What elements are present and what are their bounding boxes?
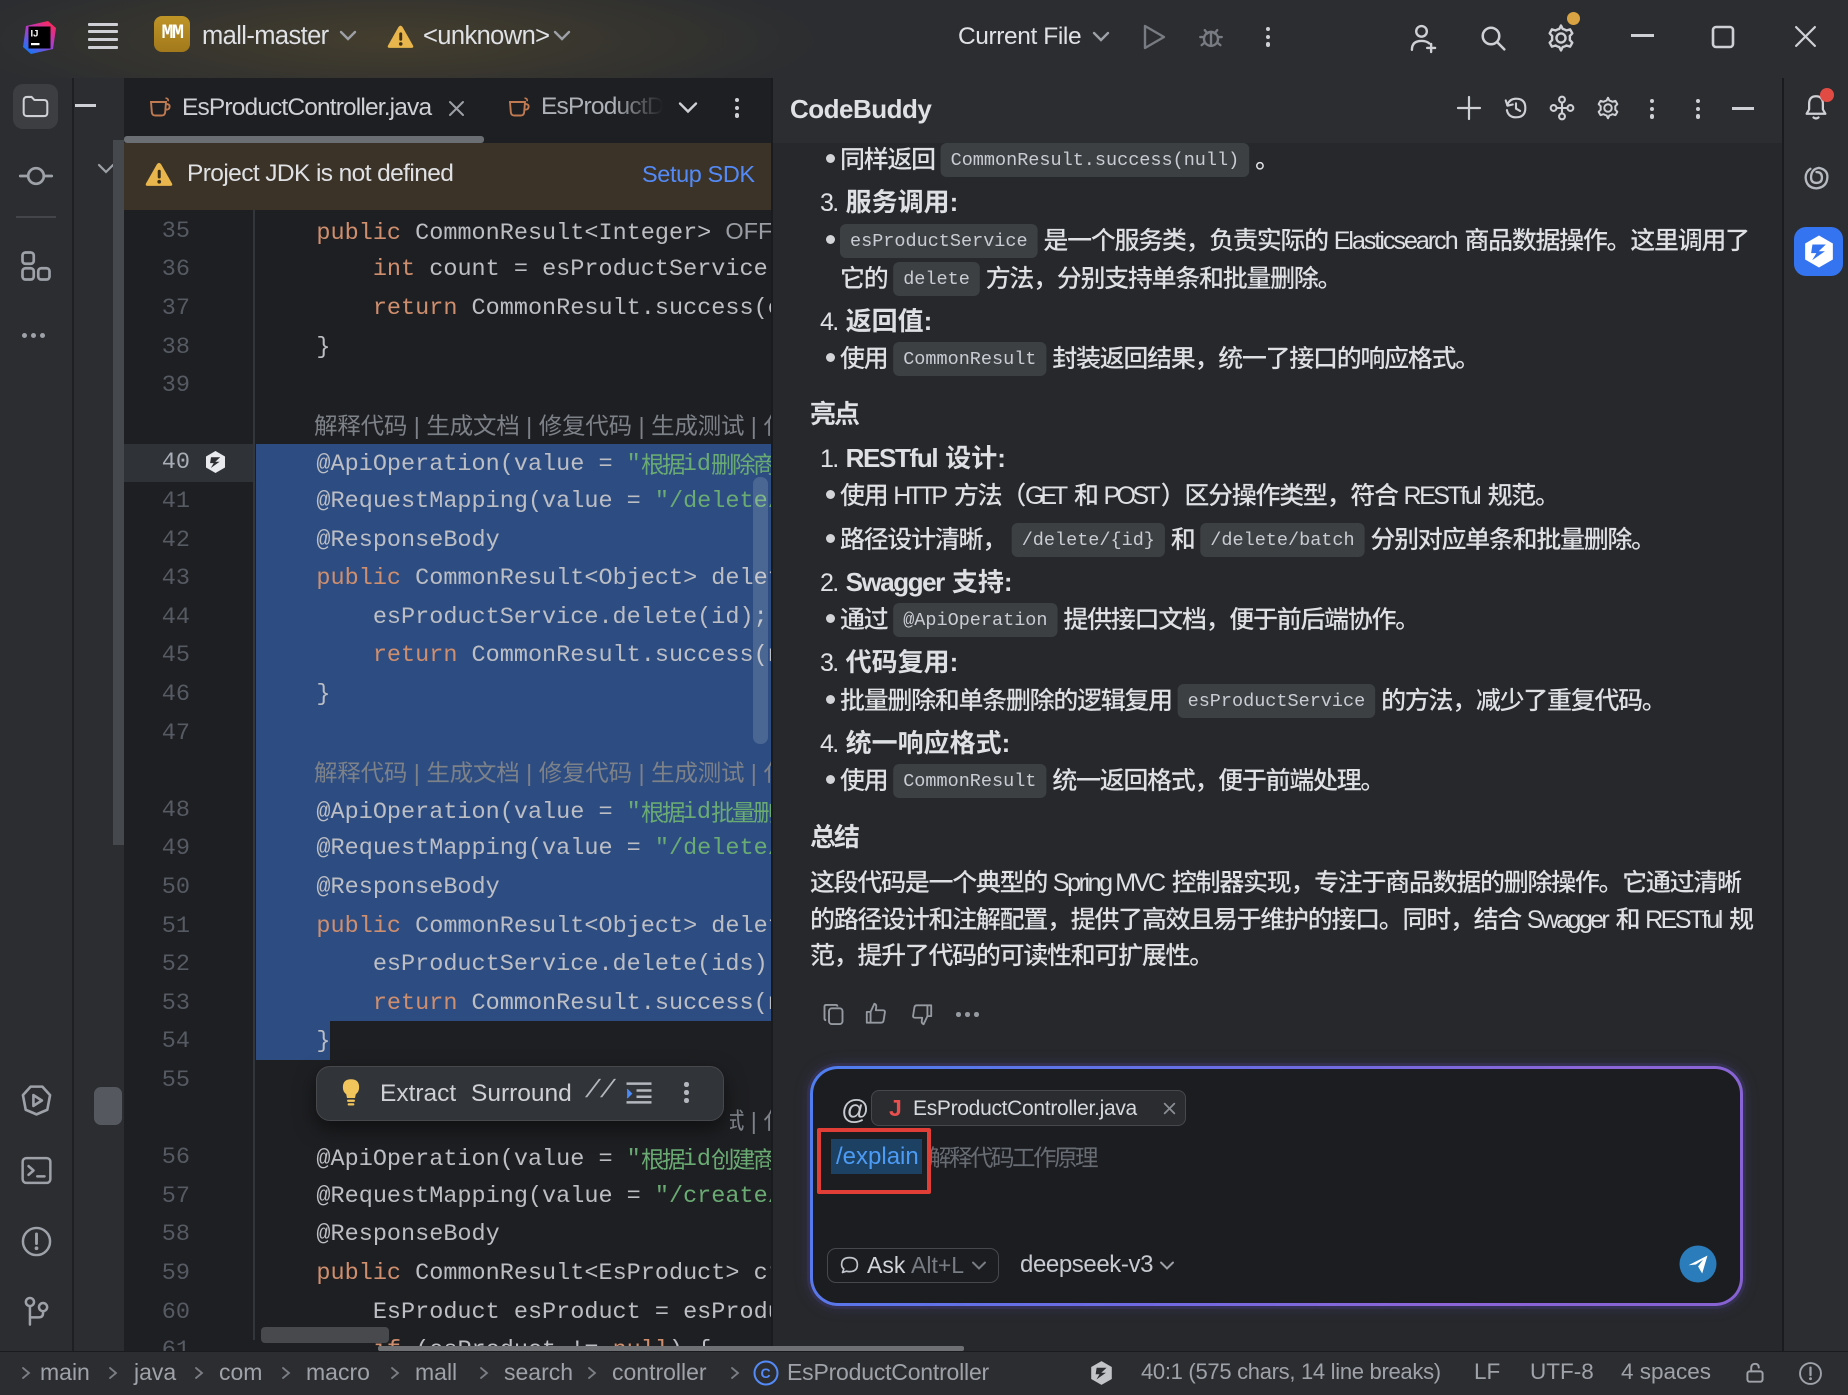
svg-text:IJ: IJ [31,29,39,40]
svg-text:CommonResult: CommonResult [903,771,1036,792]
svg-text::: : [1004,567,1013,597]
svg-text:|: | [526,413,532,439]
svg-text:1.: 1. [820,445,839,473]
svg-text::: : [924,306,933,336]
svg-text:|: | [751,1108,757,1134]
svg-text::: : [950,187,959,217]
svg-text:Swagger: Swagger [1527,906,1610,934]
svg-text:|: | [751,760,757,786]
svg-text:esProductService: esProductService [850,231,1028,252]
svg-text:HTTP: HTTP [893,482,948,510]
svg-text:GET: GET [1025,482,1068,510]
svg-text:CommonResult.success(null): CommonResult.success(null) [951,150,1240,171]
svg-text:RESTful: RESTful [1645,906,1723,934]
svg-text:4.: 4. [820,308,839,336]
svg-text:Elasticsearch: Elasticsearch [1334,227,1459,255]
svg-text:@ApiOperation: @ApiOperation [903,610,1047,631]
svg-text:2.: 2. [820,569,839,597]
svg-text:|: | [526,760,532,786]
svg-text:delete: delete [903,269,970,290]
svg-text:RESTful: RESTful [846,443,939,473]
svg-text::: : [997,443,1006,473]
svg-text:/delete/{id}: /delete/{id} [1022,530,1155,551]
svg-text:Spring MVC: Spring MVC [1053,869,1166,897]
svg-text:3.: 3. [820,189,839,217]
svg-text:esProductService: esProductService [1188,691,1366,712]
svg-text:|: | [639,413,645,439]
svg-text:3.: 3. [820,649,839,677]
svg-text::: : [1002,728,1011,758]
svg-text:POST: POST [1104,482,1161,510]
svg-text:4.: 4. [820,730,839,758]
svg-text:RESTful: RESTful [1404,482,1482,510]
svg-text:/delete/batch: /delete/batch [1210,530,1354,551]
svg-text::: : [950,647,959,677]
svg-text:|: | [639,760,645,786]
svg-text:|: | [414,413,420,439]
svg-text:|: | [414,760,420,786]
svg-text:Swagger: Swagger [846,567,946,597]
svg-text:C: C [761,1365,771,1381]
svg-text:CommonResult: CommonResult [903,349,1036,370]
svg-text:|: | [751,413,757,439]
